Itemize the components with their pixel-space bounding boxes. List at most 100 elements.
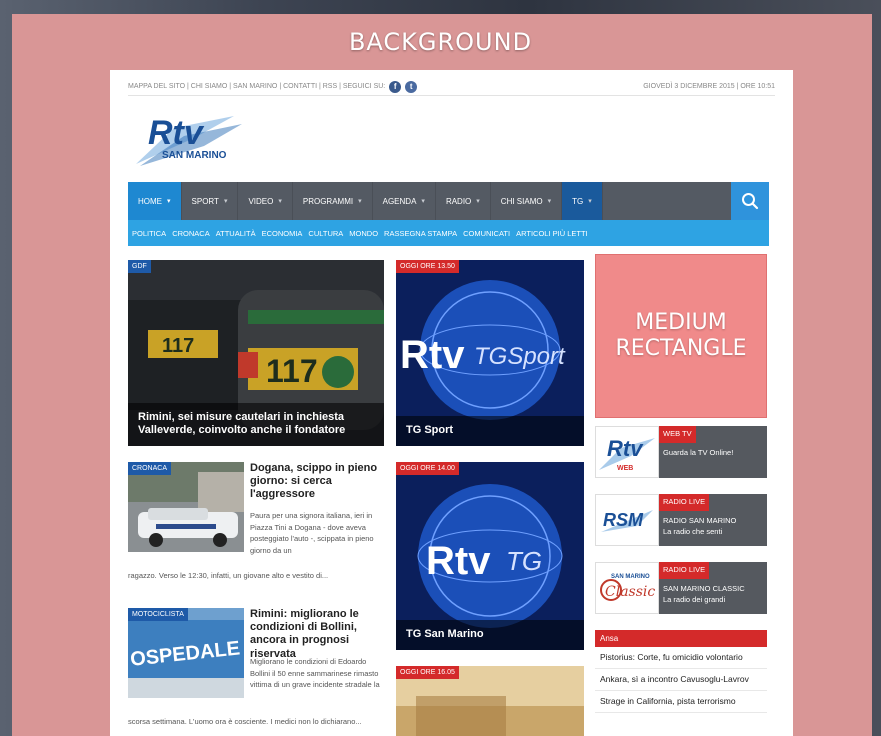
web-tv-logo-text: Rtv <box>607 436 644 461</box>
tg-sm-time: OGGI ORE 14.00 <box>396 462 459 475</box>
rsm-label: RADIO LIVE <box>659 494 710 511</box>
classic-logo-sub: SAN MARINO <box>611 574 650 580</box>
category-navigation: POLITICA CRONACA ATTUALITÀ ECONOMIA CULT… <box>128 220 769 246</box>
subnav-economia[interactable]: ECONOMIA <box>262 229 303 238</box>
background-label: BACKGROUND <box>348 28 533 56</box>
classic-line2: La radio dei grandi <box>663 594 726 604</box>
news-excerpt-cont: scorsa settimana. L'uomo ora è cosciente… <box>128 717 362 726</box>
classic-line1: SAN MARINO CLASSIC <box>663 584 745 593</box>
nav-agenda-label: AGENDA <box>382 196 417 206</box>
top-links: MAPPA DEL SITO | CHI SIAMO | SAN MARINO … <box>128 80 418 93</box>
nav-video-label: VIDEO <box>248 196 274 206</box>
nav-tg-label: TG <box>572 196 584 206</box>
news-tag-cronaca: CRONACA <box>128 462 172 475</box>
chevron-down-icon: ▾ <box>588 198 592 205</box>
subnav-comunicati[interactable]: COMUNICATI <box>463 229 510 238</box>
car-plate-left: 117 <box>162 335 194 357</box>
news-excerpt: Paura per una signora italiana, ieri in … <box>250 511 374 555</box>
top-bar: MAPPA DEL SITO | CHI SIAMO | SAN MARINO … <box>128 78 775 96</box>
nav-chi-siamo[interactable]: CHI SIAMO ▾ <box>491 182 563 220</box>
tg-sport-logo2: TGSport <box>474 343 566 370</box>
subnav-mondo[interactable]: MONDO <box>349 229 378 238</box>
tg-sm-caption[interactable]: TG San Marino <box>396 620 584 650</box>
rsm-logo-text: RSM <box>603 510 644 530</box>
tg-sport-card[interactable]: Rtv TGSport OGGI ORE 13.50 TG Sport <box>396 260 584 446</box>
nav-sport-label: SPORT <box>191 196 219 206</box>
car-plate-right: 117 <box>266 353 318 389</box>
nav-video[interactable]: VIDEO ▾ <box>238 182 293 220</box>
featured-tag: GDF <box>128 260 151 273</box>
ad-line-1: MEDIUM <box>635 309 727 335</box>
web-tv-text: WEB TV Guarda la TV Online! <box>659 426 767 478</box>
subnav-cultura[interactable]: CULTURA <box>308 229 343 238</box>
classic-logo: SAN MARINO Classic <box>595 562 659 614</box>
rtv-web-icon: Rtv WEB <box>599 436 655 472</box>
news-title[interactable]: Rimini: migliorano le condizioni di Boll… <box>250 608 386 661</box>
nav-tg[interactable]: TG ▾ <box>562 182 603 220</box>
chevron-down-icon: ▾ <box>547 198 552 205</box>
nav-sport[interactable]: SPORT ▾ <box>182 182 239 220</box>
tg-sport-logo: Rtv <box>400 333 465 377</box>
chevron-down-icon: ▾ <box>278 198 282 205</box>
web-tv-logo-sub: WEB <box>617 465 633 472</box>
subnav-cronaca[interactable]: CRONACA <box>172 229 210 238</box>
chevron-down-icon: ▾ <box>421 198 425 205</box>
news-item-bollini[interactable]: OSPEDALE DI STATO MOTOCICLISTA Rimini: m… <box>128 608 386 736</box>
hospital-sign-image: OSPEDALE DI STATO <box>128 608 244 698</box>
ad-label: MEDIUM RECTANGLE <box>616 310 747 363</box>
chevron-down-icon: ▾ <box>223 198 228 205</box>
nav-programmi[interactable]: PROGRAMMI ▾ <box>293 182 373 220</box>
tg-sm-logo: Rtv <box>426 539 491 583</box>
web-tv-logo: Rtv WEB <box>595 426 659 478</box>
ansa-item[interactable]: Strage in California, pista terrorismo <box>595 691 767 714</box>
site-logo[interactable]: Rtv SAN MARINO <box>134 108 244 170</box>
nav-home-label: HOME <box>138 196 162 206</box>
classic-label: RADIO LIVE <box>659 562 710 579</box>
news-thumbnail <box>128 462 244 552</box>
rsm-line1: RADIO SAN MARINO <box>663 516 737 525</box>
news-excerpt: Migliorano le condizioni di Edoardo Boll… <box>250 657 380 690</box>
classic-text: RADIO LIVE SAN MARINO CLASSIC La radio d… <box>659 562 767 614</box>
widget-san-marino-classic[interactable]: SAN MARINO Classic RADIO LIVE SAN MARINO… <box>595 562 767 614</box>
date-time: GIOVEDÌ 3 DICEMBRE 2015 | ORE 10:51 <box>643 83 775 90</box>
rsm-icon: RSM <box>601 510 653 532</box>
subnav-attualita[interactable]: ATTUALITÀ <box>216 229 256 238</box>
nav-agenda[interactable]: AGENDA ▾ <box>373 182 436 220</box>
news-thumbnail: OSPEDALE DI STATO <box>128 608 244 698</box>
news-title[interactable]: Dogana, scippo in pieno giorno: si cerca… <box>250 462 382 502</box>
logo-sub: SAN MARINO <box>162 150 227 161</box>
nav-programmi-label: PROGRAMMI <box>302 196 354 206</box>
tg-sport-time: OGGI ORE 13.50 <box>396 260 459 273</box>
featured-title[interactable]: Rimini, sei misure cautelari in inchiest… <box>128 402 384 446</box>
rtv-logo-icon: Rtv SAN MARINO <box>136 114 242 166</box>
tg-card-1605[interactable]: OGGI ORE 16.05 <box>396 666 584 736</box>
ansa-item[interactable]: Ankara, sì a incontro Cavusoglu-Lavrov <box>595 669 767 692</box>
ad-medium-rectangle[interactable]: MEDIUM RECTANGLE <box>595 254 767 418</box>
main-navigation: HOME ▾ SPORT ▾ VIDEO ▾ PROGRAMMI ▾ AGENDA ▾ R… <box>128 182 769 220</box>
news-excerpt-cont: ragazzo. Verso le 12:30, infatti, un gio… <box>128 571 329 580</box>
featured-story[interactable]: 117 117 GDF Rimini, sei misure cautelari… <box>128 260 384 446</box>
nav-home[interactable]: HOME ▾ <box>128 182 182 220</box>
tg-sport-caption[interactable]: TG Sport <box>396 416 584 446</box>
top-links-text[interactable]: MAPPA DEL SITO | CHI SIAMO | SAN MARINO … <box>128 83 385 90</box>
twitter-icon[interactable]: t <box>405 80 418 93</box>
facebook-icon[interactable]: f <box>389 80 402 93</box>
search-button[interactable] <box>731 182 769 220</box>
widget-radio-san-marino[interactable]: RSM RADIO LIVE RADIO SAN MARINO La radio… <box>595 494 767 546</box>
news-item-dogana[interactable]: CRONACA Dogana, scippo in pieno giorno: … <box>128 462 386 582</box>
chevron-down-icon: ▾ <box>476 198 480 205</box>
rsm-line2: La radio che senti <box>663 526 723 536</box>
subnav-articoli-piu-letti[interactable]: ARTICOLI PIÙ LETTI <box>516 229 588 238</box>
chevron-down-icon: ▾ <box>167 198 171 205</box>
ansa-item[interactable]: Pistorius: Corte, fu omicidio volontario <box>595 647 767 670</box>
nav-chi-siamo-label: CHI SIAMO <box>500 196 543 206</box>
ansa-feed: Ansa Pistorius: Corte, fu omicidio volon… <box>595 630 767 736</box>
ansa-header: Ansa <box>595 630 767 647</box>
nav-radio[interactable]: RADIO ▾ <box>436 182 491 220</box>
widget-web-tv[interactable]: Rtv WEB WEB TV Guarda la TV Online! <box>595 426 767 478</box>
search-icon <box>742 193 759 210</box>
subnav-rassegna-stampa[interactable]: RASSEGNA STAMPA <box>384 229 457 238</box>
subnav-politica[interactable]: POLITICA <box>132 229 166 238</box>
chevron-down-icon: ▾ <box>358 198 362 205</box>
tg-san-marino-card[interactable]: Rtv TG OGGI ORE 14.00 TG San Marino <box>396 462 584 650</box>
